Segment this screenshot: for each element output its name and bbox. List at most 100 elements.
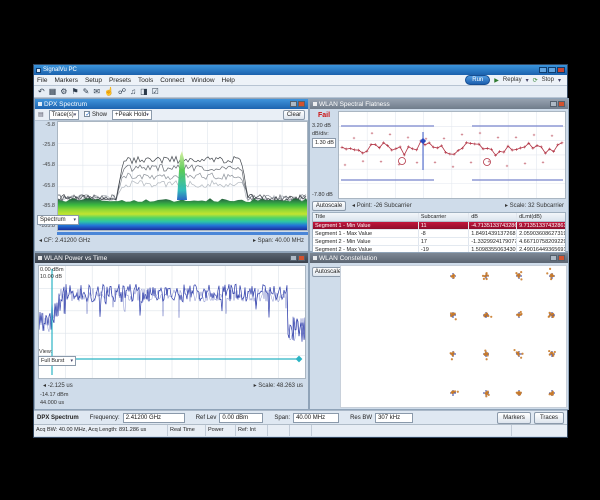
table-row[interactable]: Segment 1 - Min Value11-4.71351337432861… [313, 222, 565, 230]
table-cell: -8 [419, 230, 469, 237]
span-label: Span: [274, 415, 290, 421]
spectrum-selector[interactable]: Spectrum ▾ [37, 215, 79, 225]
menu-item-window[interactable]: Window [191, 77, 214, 84]
mail-icon[interactable]: ✉ [93, 87, 100, 97]
pvt-close-button[interactable] [298, 255, 305, 261]
flatness-y-top-label: 3.20 dB [312, 123, 331, 129]
dpx-close-button[interactable] [298, 101, 305, 107]
table-cell: 1.84914391372681 [469, 230, 517, 237]
table-cell: -1.33299241790771 [469, 238, 517, 245]
panel-constellation: WLAN Constellation Autoscale [309, 252, 569, 410]
flatness-scale-readout[interactable]: ▸ Scale: 32 Subcarrier [505, 202, 564, 209]
flag-icon[interactable]: ⚑ [71, 87, 78, 97]
pvt-scale-readout[interactable]: ▸ Scale: 48.263 us [254, 382, 303, 389]
pvt-dbdiv-label: 10.00 dB [40, 274, 62, 280]
status-cell: Power [206, 425, 236, 436]
dpx-scrollbar[interactable] [57, 232, 308, 235]
constellation-close-button[interactable] [558, 255, 565, 261]
status-bar: Acq BW: 40.00 MHz, Acq Length: 891.286 u… [34, 424, 567, 436]
flatness-point-readout[interactable]: ◂ Point: -26 Subcarrier [352, 202, 412, 209]
table-cell: Segment 1 - Max Value [313, 230, 419, 237]
dpx-y-tick: -85.8 [42, 204, 55, 209]
dpx-y-axis: -5.8-25.8-45.8-65.8-85.8-105.8 [35, 123, 55, 229]
constellation-plot[interactable] [340, 265, 567, 408]
maximize-button[interactable] [548, 67, 556, 73]
pointer-icon[interactable]: ☝ [104, 87, 114, 97]
ref-level-input[interactable]: 0.00 dBm [219, 413, 263, 423]
run-button[interactable]: Run [465, 75, 490, 85]
menu-item-connect[interactable]: Connect [160, 77, 184, 84]
status-cell: Acq BW: 40.00 MHz, Acq Length: 891.286 u… [34, 425, 168, 436]
frequency-input[interactable]: 2.41200 GHz [123, 413, 185, 423]
minimize-button[interactable] [539, 67, 547, 73]
trace-selector[interactable]: Trace(s) ▾ [49, 110, 80, 120]
table-header[interactable]: Subcarrier [419, 213, 469, 221]
pvt-plot[interactable] [38, 265, 306, 379]
pvt-panel-titlebar: WLAN Power vs Time [35, 253, 308, 263]
constellation-restore-button[interactable] [550, 255, 557, 261]
audio-icon[interactable]: ♫ [130, 87, 136, 97]
settings-gear-icon[interactable]: ⚙ [60, 87, 67, 97]
pvt-restore-button[interactable] [290, 255, 297, 261]
close-button[interactable] [557, 67, 565, 73]
table-row[interactable]: Segment 2 - Min Value17-1.33299241790771… [313, 238, 565, 246]
flatness-plot[interactable] [338, 111, 566, 199]
dpx-restore-button[interactable] [290, 101, 297, 107]
markers-icon[interactable]: ☍ [118, 87, 126, 97]
dpx-y-tick: -5.8 [46, 123, 55, 128]
dpx-plot[interactable] [57, 121, 308, 231]
constellation-panel-icon [313, 256, 317, 260]
menu-item-markers[interactable]: Markers [54, 77, 77, 84]
traces-button[interactable]: Traces [534, 412, 564, 424]
rbw-input[interactable]: 307 kHz [375, 413, 413, 423]
show-checkbox[interactable]: ✓ Show [84, 111, 107, 118]
dpx-panel-title: DPX Spectrum [44, 101, 87, 108]
edit-icon[interactable]: ✎ [83, 87, 90, 97]
traces-grid-icon: ▤ [38, 111, 44, 118]
settings-bar: DPX Spectrum Frequency: 2.41200 GHz Ref … [34, 410, 567, 424]
stop-button[interactable]: Stop [542, 77, 554, 83]
peak-hold-selector[interactable]: +Peak Hold ▾ [112, 110, 152, 120]
pvt-view-selector[interactable]: Full Burst ▾ [38, 356, 76, 366]
replay-button[interactable]: Replay [503, 77, 522, 83]
toolbar: ↶ ▦⚙ ⚑ ✎✉ ☝ ☍ ♫ ◨ ☑ [34, 86, 567, 98]
clear-button[interactable]: Clear [283, 110, 305, 120]
active-measurement-label[interactable]: DPX Spectrum [37, 415, 79, 421]
table-header[interactable]: dB [469, 213, 517, 221]
table-header-row: TitleSubcarrierdBdLmt(dB) [313, 213, 565, 222]
menu-item-file[interactable]: File [37, 77, 47, 84]
checklist-icon[interactable]: ☑ [152, 87, 159, 97]
menu-item-setup[interactable]: Setup [85, 77, 102, 84]
flatness-close-button[interactable] [558, 101, 565, 107]
menu-item-tools[interactable]: Tools [138, 77, 153, 84]
table-cell: 4.66710758209229 [517, 238, 565, 245]
table-cell: Segment 1 - Min Value [313, 222, 419, 229]
table-header[interactable]: dLmt(dB) [517, 213, 565, 221]
menu-item-help[interactable]: Help [222, 77, 235, 84]
pvt-marker-readout[interactable]: ◂ -2.125 us [43, 382, 73, 389]
table-cell: 2.05903608627319 [517, 230, 565, 237]
table-header[interactable]: Title [313, 213, 419, 221]
flatness-restore-button[interactable] [550, 101, 557, 107]
table-cell: -4.71351337432861 [469, 222, 517, 229]
markers-button[interactable]: Markers [497, 412, 531, 424]
flatness-autoscale-button[interactable]: Autoscale [312, 201, 346, 211]
constellation-panel-titlebar: WLAN Constellation [310, 253, 568, 263]
pvt-y-top-label: 0.00 dBm [40, 267, 64, 273]
flatness-dbdiv-value[interactable]: 1.30 dB [312, 138, 336, 148]
table-row[interactable]: Segment 1 - Max Value-81.849143913726812… [313, 230, 565, 238]
table-cell: 17 [419, 238, 469, 245]
menu-item-presets[interactable]: Presets [109, 77, 131, 84]
span-input[interactable]: 40.00 MHz [293, 413, 339, 423]
table-cell: 9.71351337432861 [517, 222, 565, 229]
pass-fail-status: Fail [318, 112, 330, 119]
flatness-panel-title: WLAN Spectral Flatness [319, 101, 390, 108]
undo-icon[interactable]: ↶ [38, 87, 45, 97]
window-title: SignalVu PC [43, 67, 77, 73]
dpx-cf-readout[interactable]: ◂ CF: 2.41200 GHz [39, 237, 90, 244]
stop-dropdown-icon[interactable]: ▾ [558, 77, 561, 84]
replay-dropdown-icon[interactable]: ▾ [526, 77, 529, 84]
display-icon[interactable]: ◨ [140, 87, 148, 97]
dpx-span-readout[interactable]: ▸ Span: 40.00 MHz [253, 237, 304, 244]
print-icon[interactable]: ▦ [49, 87, 57, 97]
